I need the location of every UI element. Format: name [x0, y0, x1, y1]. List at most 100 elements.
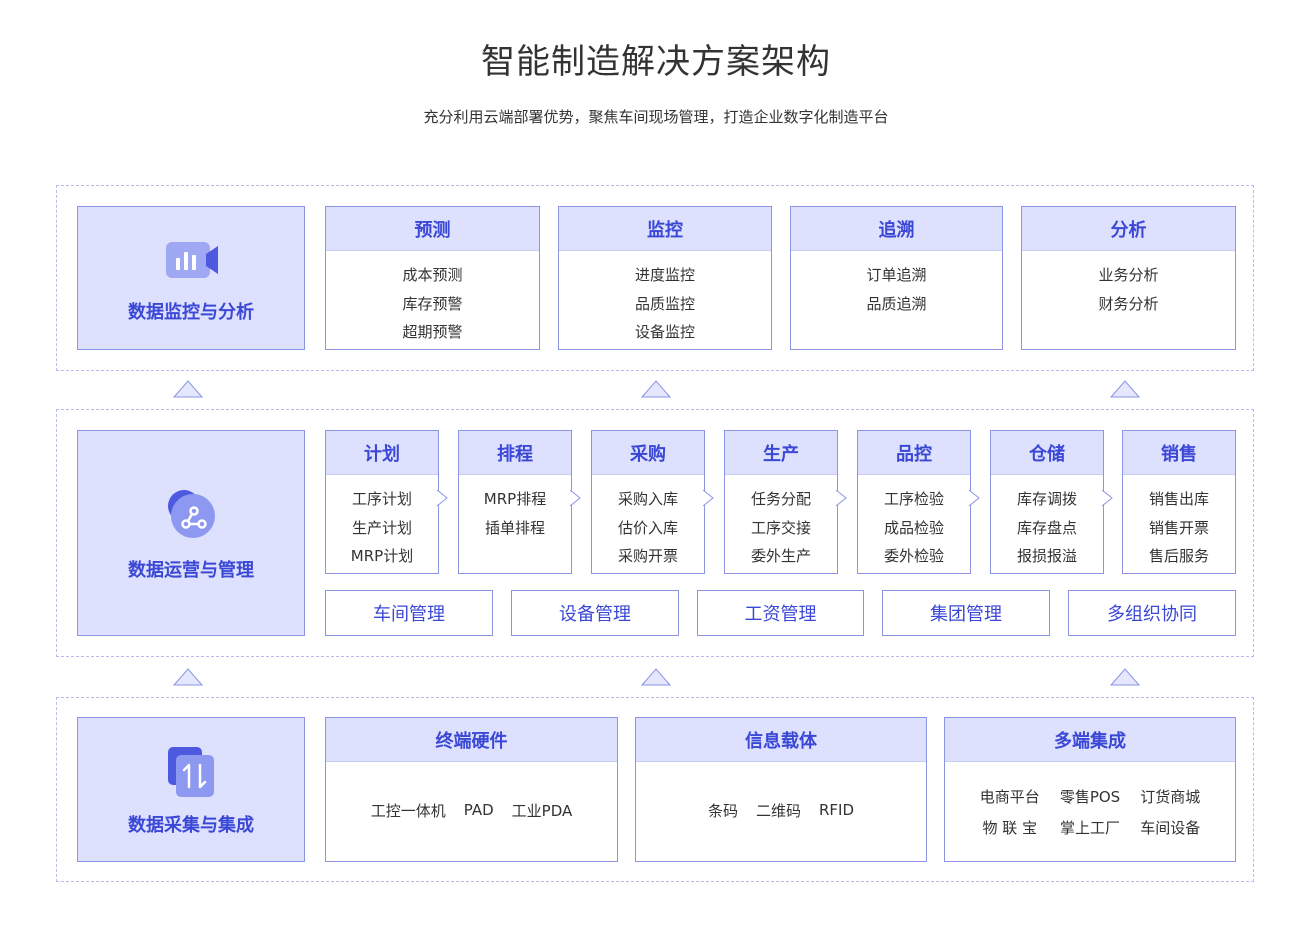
- chevron-right-icon: [569, 490, 581, 506]
- page-subtitle: 充分利用云端部署优势，聚焦车间现场管理，打造企业数字化制造平台: [423, 108, 889, 126]
- up-arrow-icon: [1110, 380, 1140, 398]
- card-item: 车间设备: [1140, 819, 1201, 837]
- module-workshop[interactable]: 车间管理: [325, 590, 493, 636]
- card-item: RFID: [819, 801, 855, 819]
- card-title: 销售: [1123, 431, 1235, 475]
- card-item: 报损报溢: [1016, 547, 1077, 565]
- card-item: 工控一体机: [370, 801, 446, 820]
- module-group[interactable]: 集团管理: [882, 590, 1050, 636]
- card-title: 生产: [725, 431, 837, 475]
- card-item: 工序交接: [750, 518, 811, 537]
- up-arrow-icon: [1110, 668, 1140, 686]
- card-item: 进度监控: [634, 266, 695, 284]
- up-arrow-icon: [641, 668, 671, 686]
- card-item: 掌上工厂: [1059, 819, 1120, 837]
- card-title: 追溯: [791, 207, 1002, 251]
- side-panel-monitoring: 数据监控与分析: [77, 206, 305, 350]
- transfer-arrows-icon: [168, 746, 214, 797]
- card-item: 估价入库: [617, 518, 678, 537]
- side-label-monitoring: 数据监控与分析: [128, 302, 254, 323]
- card-title: 多端集成: [945, 718, 1235, 762]
- module-equipment[interactable]: 设备管理: [511, 590, 679, 636]
- card-item: 物 联 宝: [982, 819, 1038, 837]
- card-trace: 追溯 订单追溯 品质追溯: [790, 206, 1003, 350]
- card-info-carrier: 信息载体 条码 二维码 RFID: [635, 717, 927, 862]
- layer-operation-management: 数据运营与管理 计划 工序计划 生产计划 MRP计划 排程 MRP排程 插单排程…: [56, 409, 1254, 657]
- card-purchase: 采购 采购入库 估价入库 采购开票: [591, 430, 705, 574]
- card-item: 工业PDA: [511, 801, 573, 820]
- card-item: 采购入库: [617, 490, 678, 508]
- card-item: 品质监控: [634, 294, 695, 313]
- card-title: 监控: [559, 207, 771, 251]
- card-multi-integration: 多端集成 电商平台 零售POS 订货商城 物 联 宝 掌上工厂 车间设备: [944, 717, 1236, 862]
- card-schedule: 排程 MRP排程 插单排程: [458, 430, 572, 574]
- card-item: 品质追溯: [866, 294, 927, 313]
- module-multi-org[interactable]: 多组织协同: [1068, 590, 1236, 636]
- card-item: 订货商城: [1140, 788, 1201, 806]
- card-item: 委外生产: [750, 547, 811, 565]
- card-item: 二维码: [755, 801, 801, 820]
- card-title: 计划: [326, 431, 438, 475]
- layer-collection-integration: 数据采集与集成 终端硬件 工控一体机 PAD 工业PDA 信息载体 条码 二维码…: [56, 697, 1254, 882]
- card-item: 任务分配: [750, 490, 811, 508]
- module-payroll[interactable]: 工资管理: [697, 590, 864, 636]
- card-item: 销售出库: [1148, 490, 1209, 508]
- chevron-right-icon: [702, 490, 714, 506]
- card-item: 库存盘点: [1016, 518, 1077, 537]
- card-item: 库存预警: [402, 294, 463, 313]
- card-item: 成品检验: [883, 518, 944, 537]
- up-arrow-icon: [173, 668, 203, 686]
- side-panel-collection: 数据采集与集成: [77, 717, 305, 862]
- up-arrow-icon: [641, 380, 671, 398]
- card-title: 终端硬件: [326, 718, 617, 762]
- share-nodes-icon: [168, 490, 215, 538]
- card-item: 库存调拨: [1016, 490, 1077, 508]
- card-item: 电商平台: [979, 788, 1040, 806]
- card-warehouse: 仓储 库存调拨 库存盘点 报损报溢: [990, 430, 1104, 574]
- card-item: 工序计划: [351, 490, 412, 508]
- card-item: 超期预警: [402, 323, 463, 341]
- card-item: MRP排程: [483, 490, 547, 508]
- card-item: 采购开票: [617, 547, 678, 565]
- card-item: 成本预测: [402, 266, 463, 284]
- card-item: 财务分析: [1098, 294, 1159, 313]
- side-label-collection: 数据采集与集成: [128, 814, 254, 836]
- card-item: 工序检验: [883, 490, 944, 508]
- card-item: 订单追溯: [866, 266, 927, 284]
- card-item: 生产计划: [351, 518, 412, 537]
- card-item: MRP计划: [350, 547, 414, 565]
- card-item: 销售开票: [1148, 518, 1209, 537]
- card-item: 售后服务: [1148, 547, 1209, 565]
- card-production: 生产 任务分配 工序交接 委外生产: [724, 430, 838, 574]
- up-arrow-icon: [173, 380, 203, 398]
- card-title: 分析: [1022, 207, 1235, 251]
- chevron-right-icon: [968, 490, 980, 506]
- card-title: 仓储: [991, 431, 1103, 475]
- video-chart-icon: [166, 242, 218, 278]
- card-monitor: 监控 进度监控 品质监控 设备监控: [558, 206, 772, 350]
- card-item: 插单排程: [484, 518, 545, 537]
- card-title: 品控: [858, 431, 970, 475]
- chevron-right-icon: [1101, 490, 1113, 506]
- side-label-operation: 数据运营与管理: [128, 560, 254, 581]
- layer-monitoring-analysis: 数据监控与分析 预测 成本预测 库存预警 超期预警 监控 进度监控 品质监控 设…: [56, 185, 1254, 371]
- card-terminal-hardware: 终端硬件 工控一体机 PAD 工业PDA: [325, 717, 618, 862]
- card-title: 信息载体: [636, 718, 926, 762]
- chevron-right-icon: [436, 490, 448, 506]
- card-title: 预测: [326, 207, 539, 251]
- card-item: 业务分析: [1098, 266, 1159, 284]
- card-sales: 销售 销售出库 销售开票 售后服务: [1122, 430, 1236, 574]
- card-title: 排程: [459, 431, 571, 475]
- card-item: PAD: [463, 801, 494, 819]
- card-forecast: 预测 成本预测 库存预警 超期预警: [325, 206, 540, 350]
- card-analysis: 分析 业务分析 财务分析: [1021, 206, 1236, 350]
- card-item: 委外检验: [883, 547, 944, 565]
- side-panel-operation: 数据运营与管理: [77, 430, 305, 636]
- card-item: 设备监控: [634, 323, 695, 341]
- card-item: 零售POS: [1059, 788, 1121, 806]
- card-plan: 计划 工序计划 生产计划 MRP计划: [325, 430, 439, 574]
- card-quality: 品控 工序检验 成品检验 委外检验: [857, 430, 971, 574]
- card-title: 采购: [592, 431, 704, 475]
- page-title: 智能制造解决方案架构: [481, 42, 831, 82]
- card-item: 条码: [707, 801, 738, 820]
